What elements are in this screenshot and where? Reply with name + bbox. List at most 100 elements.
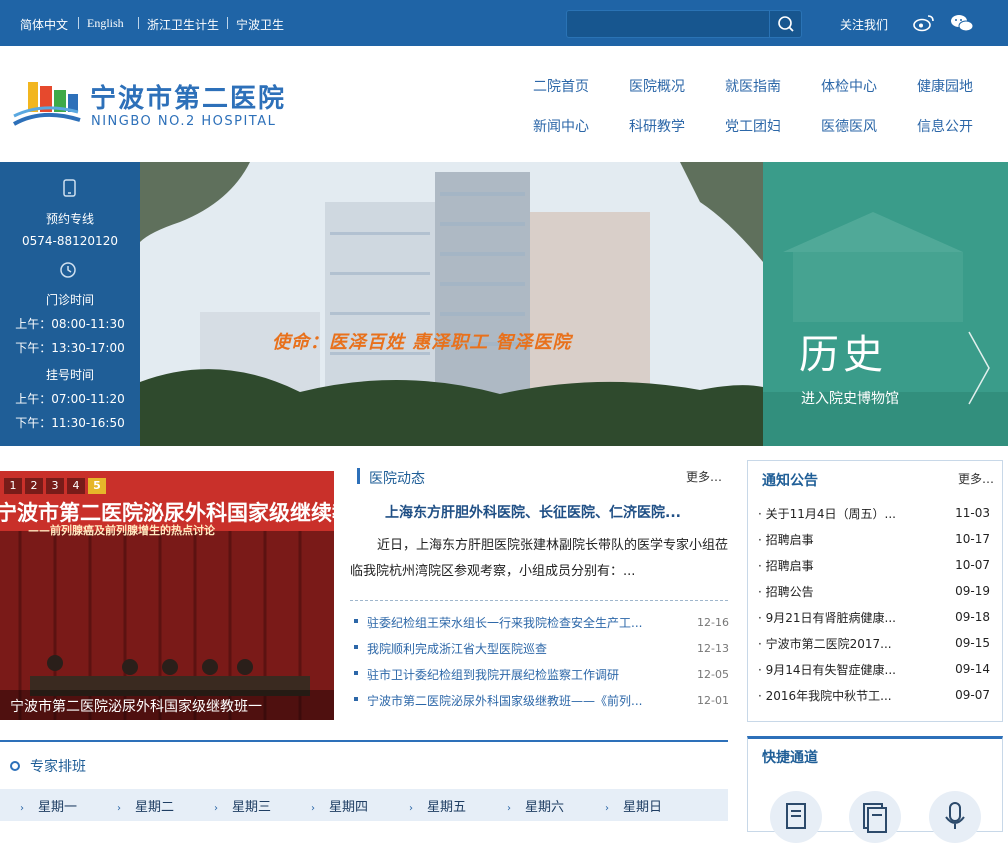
logo-emblem-icon — [13, 82, 81, 126]
notice-item[interactable]: · 招聘启事 10-07 — [758, 557, 990, 577]
news-item[interactable]: 驻市卫计委纪检组到我院开展纪检监察工作调研 12-05 — [354, 666, 729, 686]
news-summary-line2: 临我院杭州湾院区参观考察，小组成员分别有：... — [350, 564, 636, 579]
list-icon — [863, 803, 887, 833]
tab-label: 星期三 — [232, 800, 272, 815]
nav-guide[interactable]: 就医指南 — [725, 76, 781, 96]
site-header: 宁波市第二医院 NINGBO NO.2 HOSPITAL 二院首页 医院概况 就… — [0, 46, 1008, 162]
nav-news[interactable]: 新闻中心 — [533, 116, 589, 136]
nav-checkup[interactable]: 体检中心 — [821, 76, 877, 96]
nav-overview[interactable]: 医院概况 — [629, 76, 685, 96]
news-item[interactable]: 我院顺利完成浙江省大型医院巡查 12-13 — [354, 640, 729, 660]
tab-thursday[interactable]: › 星期四 — [311, 796, 368, 815]
news-item-date: 12-16 — [697, 616, 729, 629]
slide-page-4[interactable]: 4 — [67, 478, 85, 494]
notice-more-link[interactable]: 更多… — [958, 470, 994, 487]
tab-sunday[interactable]: › 星期日 — [605, 796, 662, 815]
nav-disclosure[interactable]: 信息公开 — [917, 116, 973, 136]
clock-icon — [60, 262, 76, 278]
chevron-right-icon: › — [409, 803, 413, 814]
slide-page-2[interactable]: 2 — [25, 478, 43, 494]
hospital-logo[interactable]: 宁波市第二医院 NINGBO NO.2 HOSPITAL — [12, 72, 312, 142]
wechat-icon[interactable] — [950, 13, 974, 33]
news-headline[interactable]: 上海东方肝胆外科医院、长征医院、仁济医院... — [385, 502, 681, 522]
search-input[interactable] — [571, 13, 767, 35]
tab-friday[interactable]: › 星期五 — [409, 796, 466, 815]
notice-item[interactable]: · 2016年我院中秋节工... 09-07 — [758, 687, 990, 707]
notice-item[interactable]: · 招聘公告 09-19 — [758, 583, 990, 603]
slide-caption[interactable]: 宁波市第二医院泌尿外科国家级继教班一 — [10, 696, 262, 716]
notice-item[interactable]: · 9月14日有失智症健康... 09-14 — [758, 661, 990, 681]
notice-item-title: · 招聘启事 — [758, 559, 814, 573]
quick-link-3[interactable] — [929, 791, 981, 843]
news-item[interactable]: 驻委纪检组王荣水组长一行来我院检查安全生产工... 12-16 — [354, 614, 729, 634]
ningbo-health-link[interactable]: 宁波卫生 — [236, 16, 284, 33]
news-title: 医院动态 — [369, 471, 425, 487]
notice-item-title: · 9月14日有失智症健康... — [758, 663, 896, 677]
lang-english-link[interactable]: English — [87, 16, 124, 31]
news-more-link[interactable]: 更多… — [686, 468, 722, 485]
slide-page-3[interactable]: 3 — [46, 478, 64, 494]
divider — [138, 17, 139, 29]
hospital-building-photo: 使命：医泽百姓 惠泽职工 智泽医院 — [140, 162, 763, 446]
follow-us-label: 关注我们 — [840, 18, 889, 32]
zhejiang-health-link[interactable]: 浙江卫生计生 — [147, 16, 219, 33]
nav-ethics[interactable]: 医德医风 — [821, 116, 877, 136]
notice-item[interactable]: · 招聘启事 10-17 — [758, 531, 990, 551]
news-item-title: 驻市卫计委纪检组到我院开展纪检监察工作调研 — [367, 668, 620, 682]
notice-item-title: · 招聘公告 — [758, 585, 814, 599]
notice-item-date: 09-07 — [955, 688, 990, 702]
register-hours-label: 挂号时间 — [45, 368, 94, 382]
booking-phone: 0574-88120120 — [22, 234, 118, 248]
notice-item-title: · 招聘启事 — [758, 533, 814, 547]
chevron-right-icon[interactable] — [963, 328, 993, 408]
quick-link-1[interactable] — [770, 791, 822, 843]
news-item-title: 驻委纪检组王荣水组长一行来我院检查安全生产工... — [367, 616, 643, 630]
chevron-right-icon: › — [311, 803, 315, 814]
divider — [78, 17, 79, 29]
expert-schedule-section: 专家排班 › 星期一 › 星期二 › 星期三 › 星期四 › 星期五 › 星期六 › 星期日 — [0, 740, 728, 832]
chevron-right-icon: › — [214, 803, 218, 814]
news-slideshow[interactable]: 宁波市第二医院泌尿外科国家级继续教 ——前列腺癌及前列腺增生的热点讨论 1 2 … — [0, 471, 334, 720]
weibo-icon[interactable] — [912, 13, 936, 33]
nav-health[interactable]: 健康园地 — [917, 76, 973, 96]
chevron-right-icon: › — [605, 803, 609, 814]
notice-item-title: · 2016年我院中秋节工... — [758, 689, 892, 703]
quick-access-section: 快捷通道 — [747, 736, 1003, 843]
booking-label: 预约专线 — [45, 212, 94, 226]
clinic-hours-pm: 下午：13:30-17:00 — [15, 341, 125, 355]
slide-page-5-active[interactable]: 5 — [88, 478, 106, 494]
news-item[interactable]: 宁波市第二医院泌尿外科国家级继教班——《前列... 12-01 — [354, 692, 729, 712]
nav-home[interactable]: 二院首页 — [533, 76, 589, 96]
nav-research[interactable]: 科研教学 — [629, 116, 685, 136]
history-museum-panel[interactable]: 历史 进入院史博物馆 — [763, 162, 1008, 446]
news-item-date: 12-01 — [697, 694, 729, 707]
notice-item-date: 09-14 — [955, 662, 990, 676]
nav-party[interactable]: 党工团妇 — [725, 116, 781, 136]
tab-monday[interactable]: › 星期一 — [20, 796, 77, 815]
tab-label: 星期四 — [329, 800, 369, 815]
notice-item-title: · 关于11月4日（周五）... — [758, 507, 896, 521]
tab-saturday[interactable]: › 星期六 — [507, 796, 564, 815]
notice-item-title: · 宁波市第二医院2017... — [758, 637, 892, 651]
lang-chinese-link[interactable]: 简体中文 — [20, 16, 68, 33]
notice-title: 通知公告 — [762, 473, 818, 489]
notice-section: 通知公告 更多… · 关于11月4日（周五）... 11-03 · 招聘启事 1… — [747, 460, 1003, 722]
tab-tuesday[interactable]: › 星期二 — [117, 796, 174, 815]
quick-link-2[interactable] — [849, 791, 901, 843]
notice-item[interactable]: · 关于11月4日（周五）... 11-03 — [758, 505, 990, 525]
tab-wednesday[interactable]: › 星期三 — [214, 796, 271, 815]
chevron-right-icon: › — [117, 803, 121, 814]
divider — [227, 17, 228, 29]
register-hours-pm: 下午：11:30-16:50 — [15, 416, 125, 430]
phone-icon — [63, 179, 76, 197]
clinic-hours-label: 门诊时间 — [45, 293, 94, 307]
slide-page-1[interactable]: 1 — [4, 478, 22, 494]
tab-label: 星期一 — [38, 800, 78, 815]
search-box — [566, 10, 802, 38]
search-button[interactable] — [769, 11, 801, 37]
notice-item-date: 11-03 — [955, 506, 990, 520]
notice-item[interactable]: · 宁波市第二医院2017... 09-15 — [758, 635, 990, 655]
tab-label: 星期六 — [525, 800, 565, 815]
notice-item[interactable]: · 9月21日有肾脏病健康... 09-18 — [758, 609, 990, 629]
banner: 预约专线 0574-88120120 门诊时间 上午：08:00-11:30 下… — [0, 162, 1008, 446]
